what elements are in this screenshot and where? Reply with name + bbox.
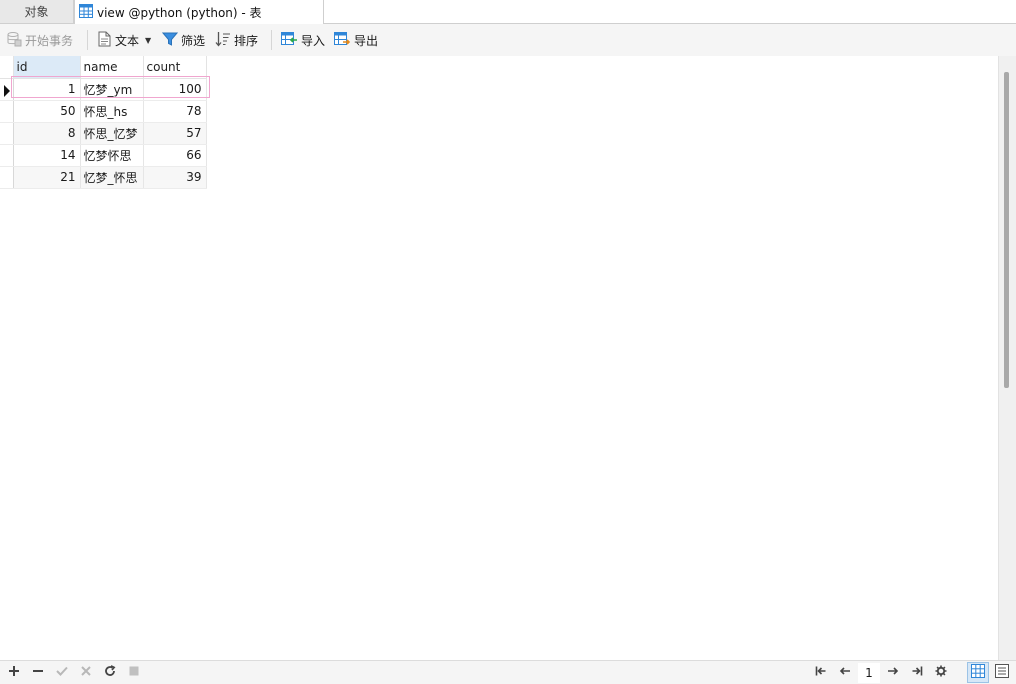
cell-id[interactable]: 50 — [13, 100, 81, 123]
last-page-icon — [911, 665, 923, 681]
begin-transaction-label: 开始事务 — [25, 33, 74, 48]
prev-page-button[interactable] — [835, 663, 855, 683]
scrollbar-thumb[interactable] — [1004, 72, 1009, 388]
database-icon — [6, 31, 22, 50]
cell-name[interactable]: 忆梦_ym — [80, 78, 144, 101]
row-indicator[interactable] — [0, 122, 14, 145]
cell-count[interactable]: 66 — [143, 144, 207, 167]
chevron-down-icon[interactable]: ▼ — [145, 36, 151, 45]
cell-name[interactable]: 怀思_hs — [80, 100, 144, 123]
x-icon — [80, 665, 92, 681]
column-header-count[interactable]: count — [143, 56, 207, 79]
filter-icon — [161, 31, 179, 50]
text-label: 文本 — [115, 33, 140, 48]
row-indicator[interactable] — [0, 144, 14, 167]
filter-button[interactable]: 筛选 — [161, 28, 206, 52]
import-button[interactable]: 导入 — [281, 28, 325, 52]
cell-name[interactable]: 怀思_忆梦 — [80, 122, 144, 145]
check-icon — [56, 665, 68, 681]
first-page-button[interactable] — [811, 663, 831, 683]
form-view-icon — [995, 664, 1009, 681]
row-pointer-icon — [4, 84, 10, 97]
table-row[interactable]: 1 忆梦_ym 100 — [0, 78, 207, 101]
toolbar: 开始事务 文本 ▼ 筛选 排序 导入 导出 — [0, 24, 1016, 57]
cell-count[interactable]: 57 — [143, 122, 207, 145]
tab-table-view[interactable]: view @python (python) - 表 — [74, 0, 324, 24]
grid-view-icon — [971, 664, 985, 681]
cell-id[interactable]: 1 — [13, 78, 81, 101]
settings-button[interactable] — [931, 663, 951, 683]
refresh-icon — [104, 665, 116, 681]
grid-view-button[interactable] — [967, 662, 989, 683]
table-row[interactable]: 8 怀思_忆梦 57 — [0, 122, 207, 145]
last-page-button[interactable] — [907, 663, 927, 683]
cell-name[interactable]: 忆梦怀思 — [80, 144, 144, 167]
tab-bar: 对象 view @python (python) - 表 — [0, 0, 1016, 24]
delete-record-button[interactable] — [28, 663, 48, 683]
toolbar-divider — [271, 30, 272, 50]
tab-objects[interactable]: 对象 — [0, 0, 74, 23]
data-table: id name count 1 忆梦_ym 100 50 怀思_hs 78 8 … — [0, 56, 207, 189]
stop-button[interactable] — [124, 663, 144, 683]
table-row[interactable]: 14 忆梦怀思 66 — [0, 144, 207, 167]
discard-changes-button[interactable] — [76, 663, 96, 683]
minus-icon — [32, 665, 44, 681]
table-row[interactable]: 21 忆梦_怀思 39 — [0, 166, 207, 189]
table-icon — [79, 3, 93, 21]
import-icon — [281, 31, 298, 50]
import-label: 导入 — [301, 33, 326, 48]
prev-page-icon — [839, 665, 851, 681]
export-icon — [334, 31, 351, 50]
sort-button[interactable]: 排序 — [215, 28, 258, 52]
next-page-icon — [887, 665, 899, 681]
cell-id[interactable]: 21 — [13, 166, 81, 189]
row-indicator[interactable] — [0, 78, 14, 101]
export-label: 导出 — [354, 33, 379, 48]
next-page-button[interactable] — [883, 663, 903, 683]
cell-count[interactable]: 78 — [143, 100, 207, 123]
stop-icon — [128, 665, 140, 681]
form-view-button[interactable] — [991, 662, 1013, 683]
tab-objects-label: 对象 — [24, 5, 49, 19]
first-page-icon — [815, 665, 827, 681]
apply-changes-button[interactable] — [52, 663, 72, 683]
column-header-name[interactable]: name — [80, 56, 144, 79]
sort-label: 排序 — [234, 33, 259, 48]
sort-icon — [215, 31, 231, 50]
table-row[interactable]: 50 怀思_hs 78 — [0, 100, 207, 123]
row-indicator[interactable] — [0, 166, 14, 189]
column-header-id[interactable]: id — [13, 56, 81, 79]
tab-bar-empty — [324, 0, 1016, 24]
header-corner — [0, 56, 14, 79]
begin-transaction-button[interactable]: 开始事务 — [6, 28, 73, 52]
row-indicator[interactable] — [0, 100, 14, 123]
page-number-input[interactable]: 1 — [858, 663, 880, 683]
export-button[interactable]: 导出 — [334, 28, 378, 52]
data-grid: id name count 1 忆梦_ym 100 50 怀思_hs 78 8 … — [0, 56, 998, 660]
bottom-toolbar: 1 — [0, 660, 1016, 684]
cell-id[interactable]: 14 — [13, 144, 81, 167]
cell-count[interactable]: 100 — [143, 78, 207, 101]
cell-name[interactable]: 忆梦_怀思 — [80, 166, 144, 189]
cell-id[interactable]: 8 — [13, 122, 81, 145]
add-record-button[interactable] — [4, 663, 24, 683]
vertical-scrollbar[interactable] — [998, 56, 1016, 660]
plus-icon — [8, 665, 20, 681]
refresh-button[interactable] — [100, 663, 120, 683]
gear-icon — [935, 665, 947, 681]
cell-count[interactable]: 39 — [143, 166, 207, 189]
header-row: id name count — [0, 56, 207, 79]
document-icon — [97, 31, 112, 50]
text-button[interactable]: 文本 ▼ — [97, 28, 151, 52]
toolbar-divider — [87, 30, 88, 50]
tab-table-view-label: view @python (python) - 表 — [97, 5, 262, 20]
filter-label: 筛选 — [181, 33, 206, 48]
